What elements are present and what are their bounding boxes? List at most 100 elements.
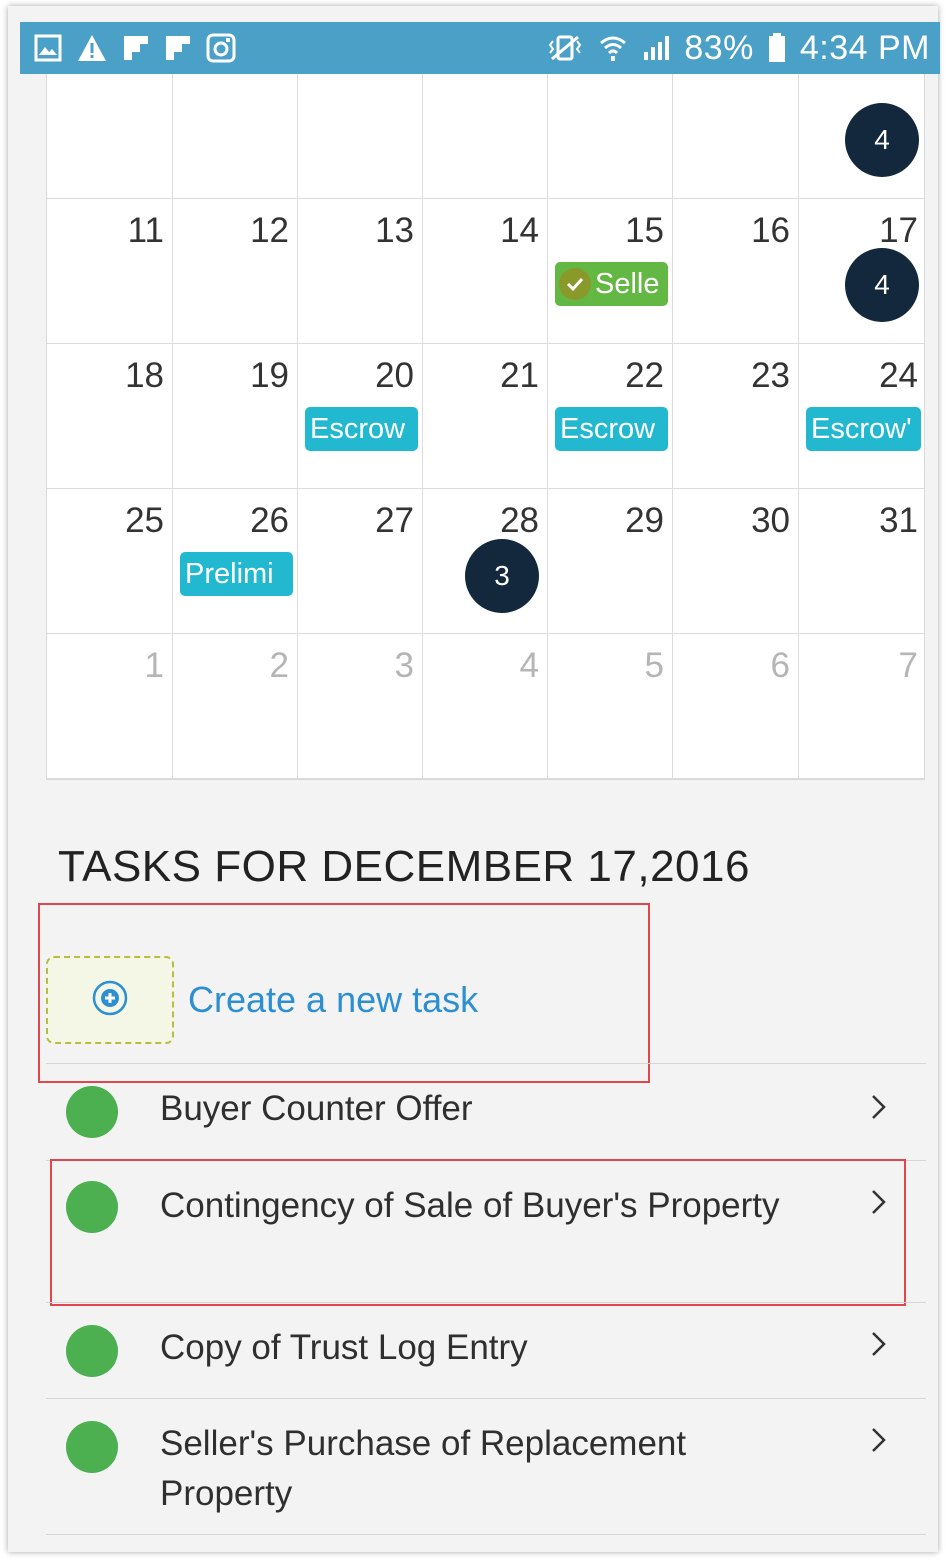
calendar-day-cell[interactable]: 23: [673, 344, 799, 488]
calendar-day-number: 5: [644, 646, 664, 685]
calendar-day-cell[interactable]: 12: [173, 199, 298, 343]
flipboard-icon: [164, 34, 192, 62]
create-task-label: Create a new task: [188, 979, 479, 1020]
calendar-day-number: 11: [127, 211, 164, 250]
calendar-day-cell[interactable]: 4: [47, 26, 173, 198]
chevron-right-icon: [868, 1425, 890, 1455]
divider: [46, 1534, 926, 1535]
event-label: Prelimi: [185, 557, 274, 590]
calendar-day-cell[interactable]: 7: [799, 634, 926, 778]
status-bar-right: 83% 4:34 PM: [546, 29, 930, 68]
calendar-day-number: 28: [500, 501, 539, 540]
calendar-day-number: 4: [519, 646, 539, 685]
calendar-event-chip[interactable]: Escrow': [806, 407, 921, 451]
calendar-day-cell[interactable]: 15 Selle: [548, 199, 673, 343]
chevron-right-icon: [868, 1329, 890, 1359]
task-status-dot: [66, 1181, 118, 1233]
instagram-icon: [206, 33, 236, 63]
calendar-event-chip[interactable]: Escrow: [555, 407, 668, 451]
calendar-day-cell[interactable]: 2: [173, 634, 298, 778]
calendar-day-cell[interactable]: 5: [173, 26, 298, 198]
checkmark-icon: [559, 268, 591, 300]
task-item-sellers-purchase[interactable]: Seller's Purchase of Replacement Propert…: [46, 1399, 926, 1531]
calendar-day-cell[interactable]: 31: [799, 489, 926, 633]
status-bar-left: [34, 33, 236, 63]
calendar-day-number: 22: [625, 356, 664, 395]
calendar-day-cell[interactable]: 16: [673, 199, 799, 343]
calendar-day-cell[interactable]: 20 Escrow: [298, 344, 423, 488]
chevron-right-icon: [868, 1092, 890, 1122]
calendar-day-cell[interactable]: 28 3: [423, 489, 548, 633]
task-status-dot: [66, 1421, 118, 1473]
calendar-event-chip[interactable]: Selle: [555, 262, 668, 306]
calendar-day-cell[interactable]: 3: [298, 634, 423, 778]
battery-percent: 83%: [684, 28, 754, 67]
calendar-day-cell[interactable]: 25: [47, 489, 173, 633]
calendar-event-chip[interactable]: Prelimi: [180, 552, 293, 596]
calendar-day-cell[interactable]: 22 Escrow: [548, 344, 673, 488]
wifi-icon: [598, 33, 628, 63]
calendar-week-row: 18 19 20 Escrow 21 22 Escrow 23 24 Escrow': [47, 344, 924, 489]
event-count-badge[interactable]: 3: [465, 539, 539, 613]
calendar-day-cell[interactable]: 27: [298, 489, 423, 633]
calendar-day-cell[interactable]: 19: [173, 344, 298, 488]
calendar-day-cell[interactable]: 24 Escrow': [799, 344, 926, 488]
calendar-day-number: 3: [394, 646, 414, 685]
calendar-day-number: 26: [250, 501, 289, 540]
event-count-badge[interactable]: 4: [845, 248, 919, 322]
task-label: Seller's Purchase of Replacement Propert…: [160, 1424, 687, 1513]
task-item-copy-of-trust-log[interactable]: Copy of Trust Log Entry: [46, 1303, 926, 1399]
calendar-week-row: 11 12 13 14 15 Selle 16 17 4: [47, 199, 924, 344]
calendar-day-number: 15: [625, 211, 664, 250]
status-bar: 83% 4:34 PM: [20, 22, 940, 74]
calendar-day-cell[interactable]: 1: [47, 634, 173, 778]
calendar-day-cell[interactable]: 18: [47, 344, 173, 488]
calendar-day-number: 20: [375, 356, 414, 395]
plus-circle-icon: [91, 979, 129, 1021]
event-label: Selle: [595, 267, 660, 300]
calendar-day-cell[interactable]: 104: [799, 26, 926, 198]
calendar-day-number: 12: [250, 211, 289, 250]
calendar-day-cell[interactable]: 14: [423, 199, 548, 343]
calendar-day-number: 14: [500, 211, 539, 250]
calendar-week-row: 25 26 Prelimi 27 28 3 29 30 31: [47, 489, 924, 634]
calendar-day-cell[interactable]: 6: [298, 26, 423, 198]
calendar-day-cell[interactable]: 9: [673, 26, 799, 198]
calendar-day-number: 6: [770, 646, 790, 685]
calendar-day-cell[interactable]: 7: [423, 26, 548, 198]
calendar-day-number: 13: [375, 211, 414, 250]
task-item-contingency-of-sale[interactable]: Contingency of Sale of Buyer's Property: [46, 1161, 926, 1301]
calendar-day-cell[interactable]: 17 4: [799, 199, 926, 343]
warning-icon: [76, 33, 108, 63]
calendar-day-cell[interactable]: 11: [47, 199, 173, 343]
calendar-day-number: 16: [751, 211, 790, 250]
calendar-day-cell[interactable]: 6: [673, 634, 799, 778]
calendar-day-cell[interactable]: 30: [673, 489, 799, 633]
task-label: Buyer Counter Offer: [160, 1089, 473, 1128]
calendar-day-number: 18: [125, 356, 164, 395]
calendar-day-cell[interactable]: 29: [548, 489, 673, 633]
calendar-day-number: 24: [879, 356, 918, 395]
battery-icon: [768, 33, 786, 63]
clock-time: 4:34 PM: [799, 28, 930, 67]
task-item-buyer-counter-offer[interactable]: Buyer Counter Offer: [46, 1064, 926, 1160]
calendar-day-cell[interactable]: 8: [548, 26, 673, 198]
calendar-day-number: 17: [879, 211, 918, 250]
create-task-button[interactable]: Create a new task: [46, 954, 646, 1046]
calendar-day-number: 23: [751, 356, 790, 395]
calendar-day-cell[interactable]: 13: [298, 199, 423, 343]
calendar-week-row: 456789104: [47, 26, 926, 199]
vibrate-icon: [546, 33, 584, 63]
flipboard-icon: [122, 34, 150, 62]
calendar-day-cell[interactable]: 5: [548, 634, 673, 778]
tasks-heading: TASKS FOR DECEMBER 17,2016: [58, 842, 750, 891]
calendar-day-cell[interactable]: 21: [423, 344, 548, 488]
calendar-day-number: 30: [751, 501, 790, 540]
event-count-badge[interactable]: 4: [845, 103, 919, 177]
task-status-dot: [66, 1325, 118, 1377]
calendar-event-chip[interactable]: Escrow: [305, 407, 418, 451]
create-task-icon-box[interactable]: [46, 956, 174, 1044]
calendar-day-cell[interactable]: 26 Prelimi: [173, 489, 298, 633]
calendar-day-cell[interactable]: 4: [423, 634, 548, 778]
task-status-dot: [66, 1086, 118, 1138]
